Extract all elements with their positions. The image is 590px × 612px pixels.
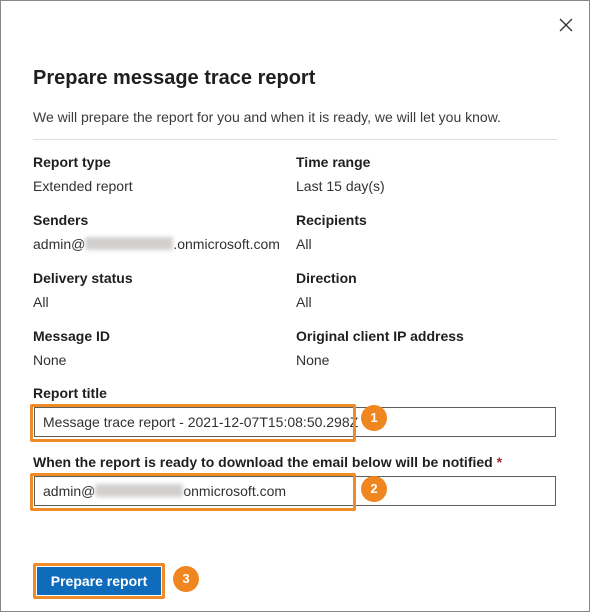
field-senders: Senders admin@ .onmicrosoft.com — [33, 212, 280, 252]
callout-badge-1: 1 — [361, 405, 387, 431]
recipients-label: Recipients — [296, 212, 367, 228]
senders-value: admin@ .onmicrosoft.com — [33, 236, 280, 252]
field-report-type: Report type Extended report — [33, 154, 133, 194]
required-marker: * — [496, 454, 503, 470]
notify-email-label: When the report is ready to download the… — [33, 454, 502, 470]
field-direction: Direction All — [296, 270, 357, 310]
message-id-value: None — [33, 352, 67, 368]
field-message-id: Message ID None — [33, 328, 110, 368]
report-title-input[interactable]: Message trace report - 2021-12-07T15:08:… — [34, 407, 556, 437]
field-recipients: Recipients All — [296, 212, 367, 252]
report-type-label: Report type — [33, 154, 111, 170]
close-button[interactable] — [556, 15, 576, 35]
prepare-report-button[interactable]: Prepare report — [37, 567, 161, 595]
notify-email-label-text: When the report is ready to download the… — [33, 454, 493, 470]
field-time-range: Time range Last 15 day(s) — [296, 154, 385, 194]
delivery-status-value: All — [33, 294, 49, 310]
senders-value-prefix: admin@ — [33, 236, 86, 252]
field-original-client-ip: Original client IP address None — [296, 328, 464, 368]
original-client-ip-label: Original client IP address — [296, 328, 464, 344]
report-type-value: Extended report — [33, 178, 133, 194]
dialog-description: We will prepare the report for you and w… — [33, 109, 501, 125]
time-range-label: Time range — [296, 154, 371, 170]
original-client-ip-value: None — [296, 352, 330, 368]
delivery-status-label: Delivery status — [33, 270, 133, 286]
time-range-value: Last 15 day(s) — [296, 178, 385, 194]
field-delivery-status: Delivery status All — [33, 270, 133, 310]
callout-badge-3: 3 — [173, 566, 199, 592]
callout-badge-2: 2 — [361, 476, 387, 502]
report-title-label: Report title — [33, 385, 107, 401]
divider — [33, 139, 557, 140]
notify-email-suffix: onmicrosoft.com — [183, 483, 287, 499]
prepare-report-dialog: Prepare message trace report We will pre… — [0, 0, 590, 612]
recipients-value: All — [296, 236, 312, 252]
direction-label: Direction — [296, 270, 357, 286]
message-id-label: Message ID — [33, 328, 111, 344]
redacted-domain — [85, 237, 174, 250]
close-icon — [559, 18, 573, 32]
redacted-domain — [95, 484, 184, 497]
senders-value-suffix: .onmicrosoft.com — [173, 236, 280, 252]
senders-label: Senders — [33, 212, 89, 228]
dialog-title: Prepare message trace report — [33, 67, 316, 89]
direction-value: All — [296, 294, 312, 310]
notify-email-prefix: admin@ — [43, 483, 96, 499]
notify-email-input[interactable]: admin@ onmicrosoft.com — [34, 476, 556, 506]
